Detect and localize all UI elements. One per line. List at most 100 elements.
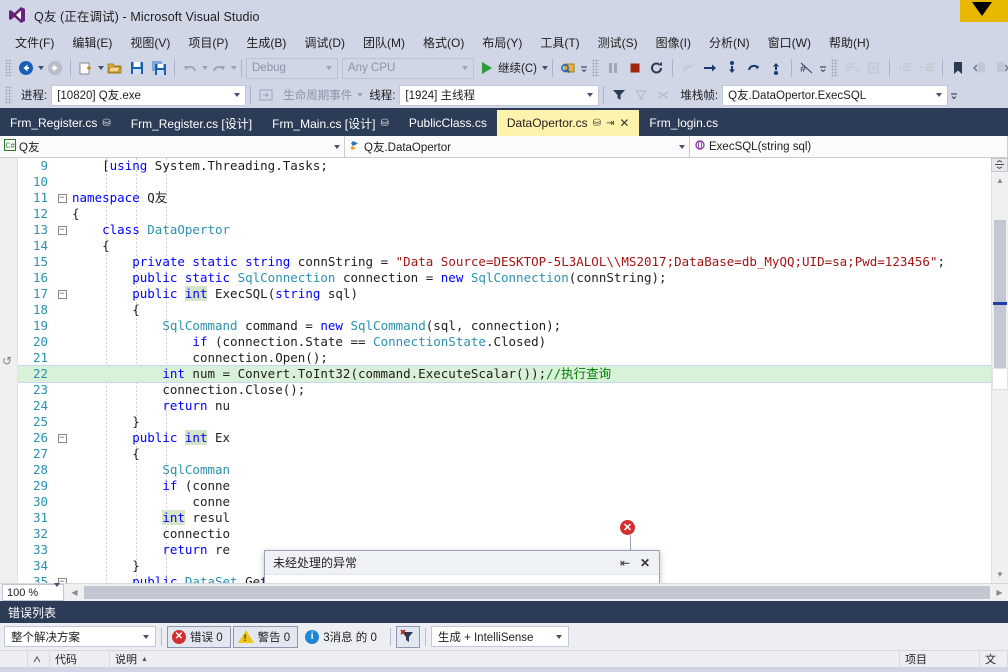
errors-filter-button[interactable]: ✕ 错误 0 (167, 625, 231, 648)
code-line[interactable]: 24 return nu (18, 398, 1008, 414)
column-header-code[interactable]: 代码 (50, 650, 110, 668)
continue-dropdown-icon[interactable] (541, 66, 548, 70)
increase-indent-icon[interactable] (916, 57, 938, 79)
column-header-blank[interactable] (0, 650, 28, 668)
code-line[interactable]: 15 private static string connString = "D… (18, 254, 1008, 270)
editor-vertical-scrollbar[interactable]: ▲ ▼ (991, 172, 1008, 583)
code-line[interactable]: 21 connection.Open(); (18, 350, 1008, 366)
close-icon[interactable]: ✕ (635, 556, 655, 570)
pause-icon[interactable] (602, 57, 624, 79)
save-icon[interactable] (126, 57, 148, 79)
toolbar-overflow-icon[interactable] (579, 57, 589, 79)
code-line[interactable]: 30 conne (18, 494, 1008, 510)
menu-item-debug[interactable]: 调试(D) (295, 31, 354, 54)
tab-dataopertor-cs[interactable]: DataOpertor.cs ⛁ ⇥ ✕ (496, 110, 640, 136)
menu-item-analyze[interactable]: 分析(N) (700, 31, 759, 54)
collapse-outline-icon[interactable]: − (54, 190, 70, 206)
debug-toolbar-overflow-icon[interactable] (818, 57, 828, 79)
error-scope-combo[interactable]: 整个解决方案 (4, 626, 156, 647)
code-line[interactable]: 11− namespace Q友 (18, 190, 1008, 206)
code-line[interactable]: 13− class DataOpertor (18, 222, 1008, 238)
column-header-file[interactable]: 文 (980, 650, 1008, 668)
debugbar-overflow-icon[interactable] (948, 84, 960, 106)
menu-item-window[interactable]: 窗口(W) (759, 31, 820, 54)
lifecycle-events-icon[interactable] (255, 84, 277, 106)
open-file-icon[interactable] (104, 57, 126, 79)
indicator-margin[interactable]: ↺ (0, 158, 18, 583)
tab-frm-login-cs[interactable]: Frm_login.cs (639, 110, 728, 136)
tab-frm-register-cs-design[interactable]: Frm_Register.cs [设计] (121, 110, 262, 136)
navbar-class-combo[interactable]: Q友.DataOpertor (345, 136, 690, 157)
step-back-icon[interactable]: ↺ (2, 354, 12, 368)
navbar-project-chevron-icon[interactable] (330, 144, 342, 149)
code-line[interactable]: 32 connectio (18, 526, 1008, 542)
flatten-view-icon[interactable] (652, 84, 674, 106)
close-tab-icon[interactable]: ✕ (619, 116, 629, 130)
toggle-bookmark-icon[interactable] (947, 57, 969, 79)
navigate-forward-icon[interactable] (44, 57, 66, 79)
code-line[interactable]: 16 public static SqlConnection connectio… (18, 270, 1008, 286)
process-chevron-icon[interactable] (229, 93, 243, 97)
code-line[interactable]: 14 { (18, 238, 1008, 254)
filter-icon[interactable] (608, 84, 630, 106)
debug-toolbar-grip[interactable] (591, 59, 599, 77)
text-editor-toolbar-grip[interactable] (830, 59, 838, 77)
error-circle-icon[interactable]: ✕ (620, 520, 635, 535)
decrease-indent-icon[interactable] (894, 57, 916, 79)
build-filter-chevron-icon[interactable] (551, 634, 566, 639)
menu-item-help[interactable]: 帮助(H) (820, 31, 879, 54)
scroll-left-arrow-icon[interactable]: ◀ (66, 584, 83, 601)
pin-icon[interactable]: ⇤ (615, 556, 635, 570)
code-line[interactable]: 10 (18, 174, 1008, 190)
code-line[interactable]: 27 { (18, 446, 1008, 462)
clear-filter-button[interactable] (395, 625, 420, 648)
debug-location-grip[interactable] (5, 86, 12, 104)
error-list-title[interactable]: 错误列表 (0, 601, 1008, 623)
chevron-down-icon[interactable] (321, 66, 335, 70)
code-line[interactable]: 19 SqlCommand command = new SqlCommand(s… (18, 318, 1008, 334)
column-header-project[interactable]: 项目 (900, 650, 980, 668)
editor-splitter-button[interactable] (991, 158, 1008, 172)
undo-icon[interactable] (179, 57, 201, 79)
stackframe-chevron-icon[interactable] (931, 93, 945, 97)
solution-configuration-combo[interactable]: Debug (246, 57, 338, 79)
navbar-class-chevron-icon[interactable] (675, 144, 687, 149)
menu-item-edit[interactable]: 编辑(E) (63, 31, 121, 54)
step-into-icon[interactable] (721, 57, 743, 79)
thread-chevron-icon[interactable] (582, 93, 596, 97)
chevron-down-icon-2[interactable] (457, 66, 471, 70)
pin-icon-2[interactable]: ⛁ (380, 118, 388, 129)
exception-helper-popup[interactable]: 未经处理的异常 ⇤ ✕ System.Data.SqlClient.SqlExc… (264, 550, 660, 583)
menu-item-format[interactable]: 格式(O) (414, 31, 473, 54)
tab-frm-main-cs-design[interactable]: Frm_Main.cs [设计] ⛁ (262, 110, 399, 136)
code-lines[interactable]: 9 [using System.Threading.Tasks; 10 11− nam… (18, 158, 1008, 583)
comment-selection-icon[interactable] (841, 57, 863, 79)
step-out-of-icon[interactable] (743, 57, 765, 79)
new-project-icon[interactable] (75, 57, 97, 79)
code-line[interactable]: 18 { (18, 302, 1008, 318)
menu-item-test[interactable]: 测试(S) (589, 31, 647, 54)
code-line[interactable]: 12 { (18, 206, 1008, 222)
warnings-filter-button[interactable]: 警告 0 (232, 625, 299, 648)
code-line[interactable]: 25 } (18, 414, 1008, 430)
code-line[interactable]: 22 int num = Convert.ToInt32(command.Exe… (18, 365, 1008, 383)
code-line[interactable]: 29 if (conne (18, 478, 1008, 494)
column-header-severity[interactable] (28, 650, 50, 668)
scroll-up-arrow-icon[interactable]: ▲ (992, 172, 1008, 189)
next-bookmark-icon[interactable] (991, 57, 1008, 79)
menu-item-view[interactable]: 视图(V) (121, 31, 179, 54)
step-up-icon[interactable] (765, 57, 787, 79)
scroll-right-arrow-icon[interactable]: ▶ (991, 584, 1008, 601)
collapse-outline-icon[interactable]: − (54, 286, 70, 302)
messages-filter-button[interactable]: i 3消息 的 0 (300, 626, 385, 648)
find-in-files-icon[interactable] (557, 57, 579, 79)
menu-item-file[interactable]: 文件(F) (6, 31, 63, 54)
editor-horizontal-scrollbar[interactable]: ◀ ▶ (66, 584, 1008, 601)
pin-tab-icon[interactable]: ⇥ (606, 118, 614, 129)
menu-item-build[interactable]: 生成(B) (237, 31, 295, 54)
pin-icon[interactable]: ⛁ (102, 118, 110, 129)
save-all-icon[interactable] (148, 57, 170, 79)
stop-debugging-icon[interactable] (624, 57, 646, 79)
restart-icon[interactable] (646, 57, 668, 79)
menu-item-image[interactable]: 图像(I) (647, 31, 700, 54)
